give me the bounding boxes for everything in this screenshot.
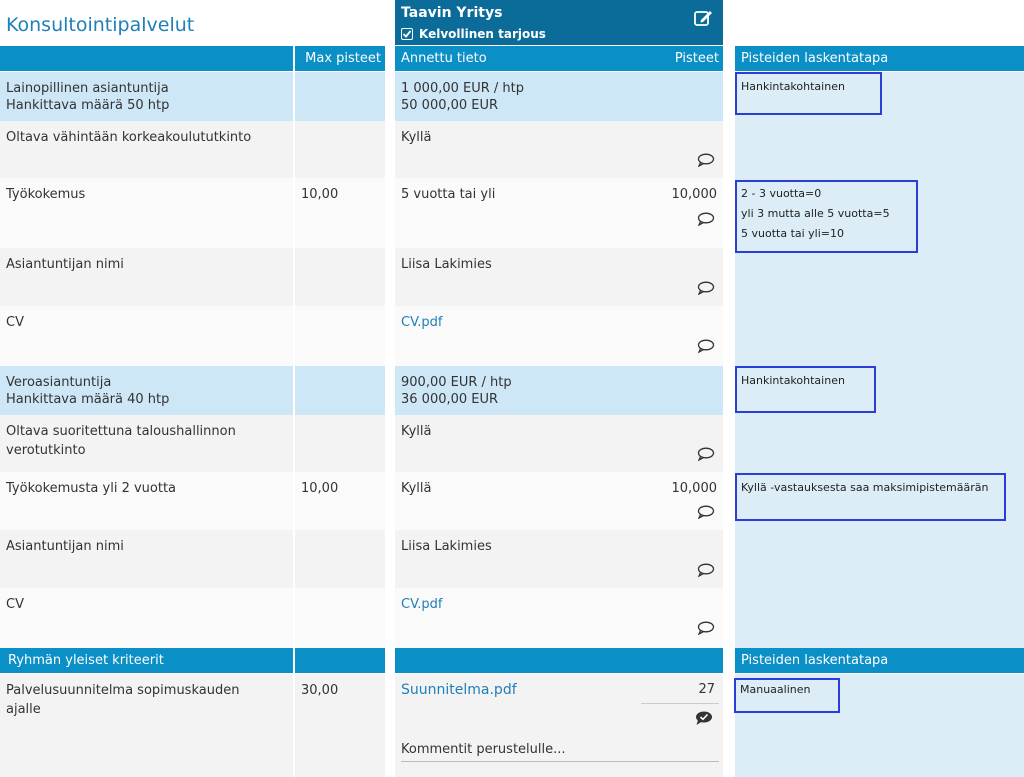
row-label-line1: Palvelusuunnitelma sopimuskauden (6, 683, 240, 698)
row-label: Asiantuntijan nimi (0, 530, 293, 588)
edit-icon[interactable] (693, 8, 715, 28)
supplier-status: Kelvollinen tarjous (419, 27, 546, 41)
plan-link[interactable]: Suunnitelma.pdf (401, 682, 517, 698)
calc-method-line: 2 - 3 vuotta=0 (741, 187, 822, 200)
row-info: Liisa Lakimies (395, 248, 723, 306)
row-label: CV (0, 588, 293, 648)
header-max-points: Max pisteet (295, 46, 385, 71)
comment-icon[interactable] (697, 621, 715, 636)
row-info: CV.pdf (395, 306, 723, 366)
group-header-info (395, 648, 723, 673)
group-header-calc-method: Pisteiden laskentatapa (735, 648, 1024, 673)
row-label: Oltava suoritettuna taloushallinnon vero… (0, 415, 293, 472)
row-label: Oltava vähintään korkeakoulututkinto (0, 121, 293, 178)
row-max: 10,00 (295, 472, 385, 530)
header-calc-method: Pisteiden laskentatapa (735, 46, 1024, 71)
row-label-line1: Oltava suoritettuna taloushallinnon (6, 424, 236, 439)
row-max: 10,00 (295, 178, 385, 248)
row-label: CV (0, 306, 293, 366)
calc-method-box: Kyllä -vastauksesta saa maksimipistemäär… (735, 473, 1006, 521)
comment-textarea[interactable]: Kommentit perustelulle... (401, 738, 719, 762)
row-label: Lainopillinen asiantuntija Hankittava mä… (0, 72, 293, 121)
row-max (295, 306, 385, 366)
row-label: Palvelusuunnitelma sopimuskauden ajalle (0, 674, 293, 777)
row-max (295, 366, 385, 415)
row-label-line2: verotutkinto (6, 443, 86, 458)
row-label: Työkokemusta yli 2 vuotta (0, 472, 293, 530)
row-label: Työkokemus (0, 178, 293, 248)
row-info: 5 vuotta tai yli (395, 178, 625, 248)
comment-icon[interactable] (697, 447, 715, 462)
row-label-line2: ajalle (6, 702, 41, 717)
row-label-line2: Hankittava määrä 50 htp (6, 98, 170, 113)
row-points: 10,000 (625, 472, 723, 530)
calc-method-panel (735, 72, 1024, 648)
header-label-col (0, 46, 293, 71)
row-max (295, 72, 385, 121)
row-info-line2: 36 000,00 EUR (401, 392, 499, 407)
comment-filled-icon[interactable] (695, 710, 713, 726)
header-points: Pisteet (625, 46, 723, 71)
calc-method-box: Manuaalinen (734, 678, 840, 713)
row-info: Liisa Lakimies (395, 530, 723, 588)
cv-link[interactable]: CV.pdf (401, 597, 443, 612)
row-info: Kyllä (395, 121, 723, 178)
row-info: CV.pdf (395, 588, 723, 648)
header-given-info: Annettu tieto (395, 46, 625, 71)
row-info: Kyllä (395, 415, 723, 472)
row-info: Suunnitelma.pdf 27 Kommentit perustelull… (395, 674, 723, 777)
comment-icon[interactable] (697, 339, 715, 354)
comment-icon[interactable] (697, 281, 715, 296)
row-info: 900,00 EUR / htp 36 000,00 EUR (395, 366, 723, 415)
row-label-line2: Hankittava määrä 40 htp (6, 392, 170, 407)
points-value: 27 (698, 682, 715, 697)
calc-method-box: 2 - 3 vuotta=0 yli 3 mutta alle 5 vuotta… (735, 180, 918, 253)
row-max (295, 530, 385, 588)
comment-icon[interactable] (697, 563, 715, 578)
supplier-header: Taavin Yritys Kelvollinen tarjous (395, 0, 723, 45)
calc-method-box: Hankintakohtainen (735, 72, 882, 115)
row-label: Veroasiantuntija Hankittava määrä 40 htp (0, 366, 293, 415)
row-max (295, 588, 385, 648)
supplier-name: Taavin Yritys (401, 5, 503, 21)
checkbox-checked-icon[interactable] (401, 28, 413, 40)
row-info: 1 000,00 EUR / htp 50 000,00 EUR (395, 72, 723, 121)
row-max (295, 248, 385, 306)
page-title: Konsultointipalvelut (6, 14, 195, 36)
group-header-max (295, 648, 385, 673)
comment-placeholder: Kommentit perustelulle... (401, 742, 566, 757)
cv-link[interactable]: CV.pdf (401, 315, 443, 330)
calc-method-box: Hankintakohtainen (735, 366, 876, 413)
comment-icon[interactable] (697, 153, 715, 168)
row-info-line2: 50 000,00 EUR (401, 98, 499, 113)
calc-method-line: 5 vuotta tai yli=10 (741, 227, 845, 240)
points-input[interactable]: 27 (641, 678, 719, 704)
row-max (295, 415, 385, 472)
row-info: Kyllä (395, 472, 625, 530)
calc-method-line: yli 3 mutta alle 5 vuotta=5 (741, 207, 890, 220)
comment-icon[interactable] (697, 505, 715, 520)
row-label: Asiantuntijan nimi (0, 248, 293, 306)
group-header: Ryhmän yleiset kriteerit (0, 648, 293, 673)
row-max: 30,00 (295, 674, 385, 777)
comment-icon[interactable] (697, 212, 715, 227)
row-max (295, 121, 385, 178)
